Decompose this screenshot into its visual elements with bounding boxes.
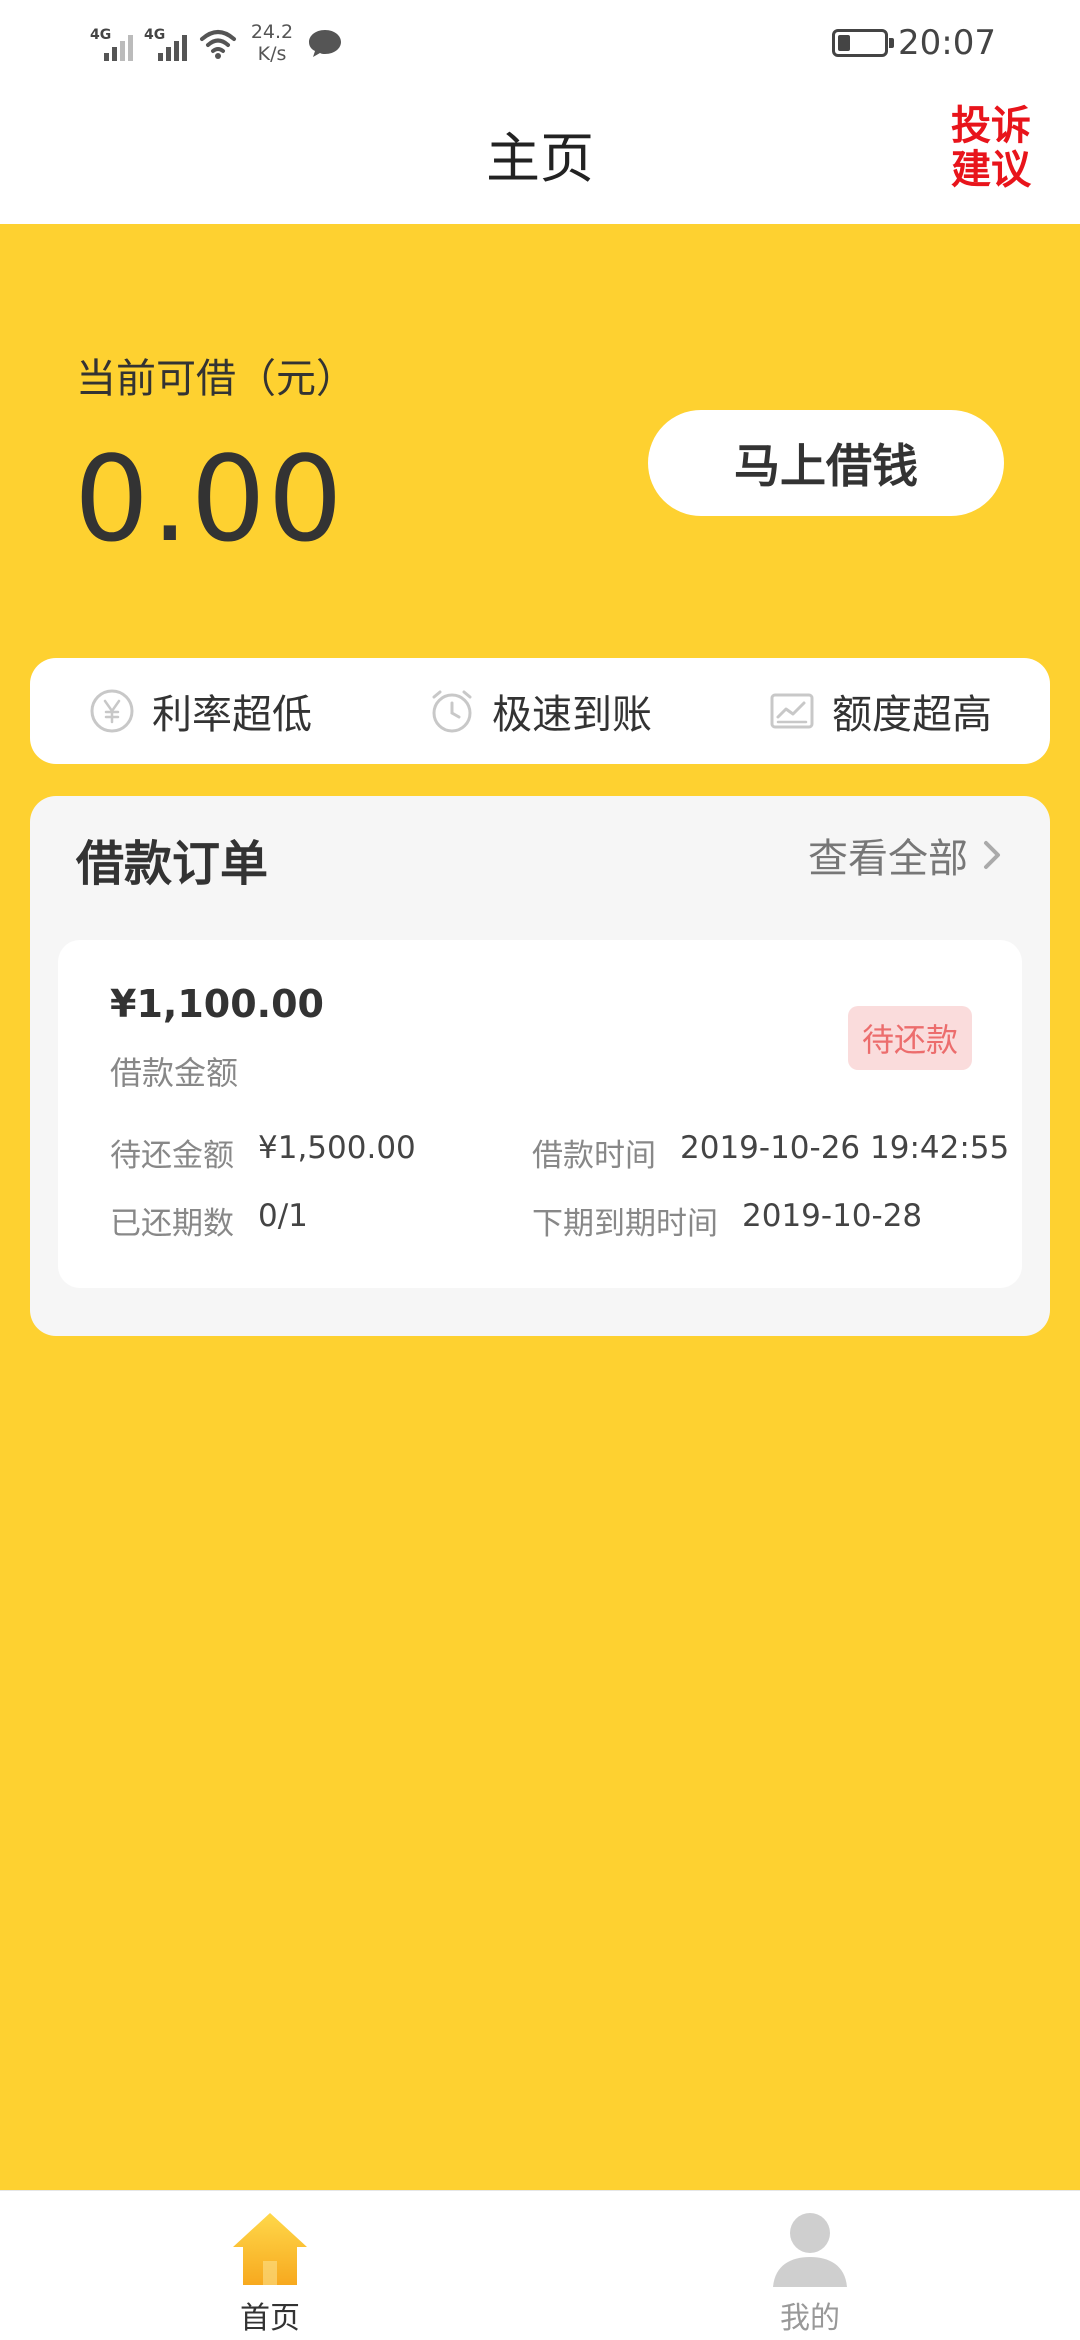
loan-amount-label: 借款金额: [110, 1054, 239, 1092]
feature-high-limit: 额度超高: [768, 682, 992, 740]
next-due-row: 下期到期时间 2019-10-28: [532, 1198, 923, 1242]
signal-1-icon: 4G: [90, 23, 136, 63]
yen-icon: [90, 689, 134, 733]
feature-label: 利率超低: [152, 692, 312, 738]
chevron-right-icon: [984, 841, 1000, 869]
wifi-icon: [200, 30, 236, 59]
home-icon: [233, 2213, 307, 2285]
available-label: 当前可借（元）: [76, 356, 356, 402]
message-icon: [309, 30, 341, 57]
loan-amount: ¥1,100.00: [110, 982, 324, 1026]
status-left: 4G 4G 24.2 K/s: [90, 18, 344, 68]
feature-label: 额度超高: [832, 692, 992, 738]
borrow-now-button[interactable]: 马上借钱: [648, 410, 1004, 516]
clock-icon: [432, 690, 472, 733]
status-right: 20:07: [832, 18, 996, 68]
paid-periods-row: 已还期数 0/1: [110, 1198, 308, 1242]
network-speed: 24.2 K/s: [250, 21, 294, 65]
nav-home-tab[interactable]: 首页: [170, 2207, 370, 2337]
complaint-button[interactable]: 投诉 建议: [946, 104, 1036, 192]
loan-time-row: 借款时间 2019-10-26 19:42:55: [532, 1130, 1010, 1174]
available-amount: 0.00: [74, 430, 345, 568]
orders-title: 借款订单: [76, 836, 269, 892]
status-bar: 4G 4G 24.2 K/s 20:07: [0, 0, 1080, 84]
nav-mine-tab[interactable]: 我的: [710, 2207, 910, 2337]
signal-2-icon: 4G: [144, 23, 190, 63]
nav-home-label: 首页: [240, 2301, 300, 2336]
loan-orders-card: 借款订单 查看全部 ¥1,100.00 借款金额 待还款 待还金额 ¥1,500…: [30, 796, 1050, 1336]
feature-label: 极速到账: [492, 692, 652, 738]
features-strip: 利率超低 极速到账 额度超高: [30, 658, 1050, 764]
order-item[interactable]: ¥1,100.00 借款金额 待还款 待还金额 ¥1,500.00 借款时间 2…: [58, 940, 1022, 1288]
chart-icon: [770, 693, 814, 729]
bottom-nav: 首页 我的: [0, 2190, 1080, 2340]
view-all-label: 查看全部: [808, 836, 968, 882]
view-all-link[interactable]: 查看全部: [808, 826, 1006, 884]
feature-fast-arrival: 极速到账: [428, 682, 652, 740]
pending-amount-row: 待还金额 ¥1,500.00: [110, 1130, 416, 1174]
battery-icon: [832, 29, 895, 57]
clock: 20:07: [898, 23, 996, 63]
status-badge: 待还款: [847, 1006, 972, 1070]
title-bar: 主页 投诉 建议: [0, 84, 1080, 224]
nav-mine-label: 我的: [780, 2301, 840, 2336]
feature-low-rate: 利率超低: [88, 682, 312, 740]
user-icon: [773, 2213, 847, 2287]
page-title: 主页: [486, 127, 594, 190]
